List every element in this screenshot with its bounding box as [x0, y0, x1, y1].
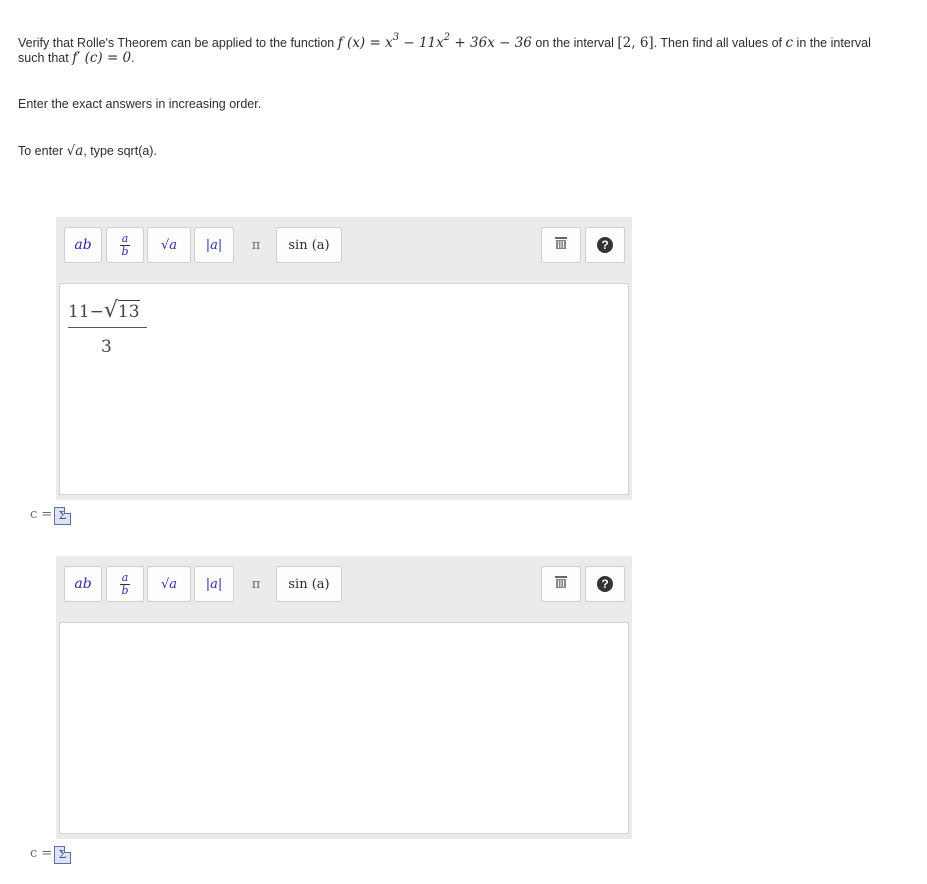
- sqrt-button[interactable]: √a: [147, 566, 191, 602]
- abs-button[interactable]: |a|: [194, 227, 234, 263]
- interval-value: [2, 6]: [617, 35, 654, 51]
- help-button[interactable]: ?: [585, 227, 625, 263]
- power-button[interactable]: ab: [64, 566, 102, 602]
- answer-input-2[interactable]: [59, 622, 629, 834]
- sin-button[interactable]: sin (a): [276, 227, 342, 263]
- math-toolbar: ab a b √a |a| π sin (a) ?: [56, 217, 632, 283]
- abs-button[interactable]: |a|: [194, 566, 234, 602]
- sqrt-instruction-prefix: To enter: [18, 144, 64, 158]
- pi-button[interactable]: π: [238, 227, 274, 263]
- answer-editor-2: ab a b √a |a| π sin (a) ?: [56, 556, 632, 839]
- power-button[interactable]: ab: [64, 227, 102, 263]
- equation-editor-icon[interactable]: Σ: [54, 507, 71, 525]
- fraction-denominator: 3: [101, 337, 112, 357]
- period: .: [131, 51, 135, 65]
- fraction-button[interactable]: a b: [106, 566, 144, 602]
- trash-icon: [554, 575, 568, 593]
- clear-button[interactable]: [541, 227, 581, 263]
- function-expression: f (x) = x3 − 11x2 + 36x − 36: [337, 32, 532, 51]
- sin-button[interactable]: sin (a): [276, 566, 342, 602]
- question-text-3: in the interval: [796, 36, 871, 50]
- trash-icon: [554, 236, 568, 254]
- question-line-2: such that f′ (c) = 0.: [18, 48, 135, 69]
- sqrt-example: √a: [66, 143, 84, 159]
- answer-label-2: c =: [30, 846, 53, 861]
- question-line-1: Verify that Rolle's Theorem can be appli…: [18, 27, 871, 54]
- answer-input-1[interactable]: 11−√13 3: [59, 283, 629, 495]
- help-icon: ?: [597, 237, 613, 253]
- pi-button[interactable]: π: [238, 566, 274, 602]
- variable-c: c: [785, 35, 794, 51]
- sqrt-instruction-suffix: , type sqrt(a).: [83, 144, 157, 158]
- interval-text: on the interval: [535, 36, 614, 50]
- clear-button[interactable]: [541, 566, 581, 602]
- fraction-bar: [68, 327, 147, 328]
- answer-editor-1: ab a b √a |a| π sin (a) ? 11−√13 3: [56, 217, 632, 500]
- fraction-button[interactable]: a b: [106, 227, 144, 263]
- question-text-2: . Then find all values of: [653, 36, 783, 50]
- equation-editor-icon[interactable]: Σ: [54, 846, 71, 864]
- math-toolbar: ab a b √a |a| π sin (a) ?: [56, 556, 632, 622]
- help-button[interactable]: ?: [585, 566, 625, 602]
- derivative-condition: f′ (c) = 0: [72, 50, 132, 66]
- answer-label-1: c =: [30, 507, 53, 522]
- order-instruction: Enter the exact answers in increasing or…: [18, 97, 262, 111]
- question-text-4: such that: [18, 51, 69, 65]
- help-icon: ?: [597, 576, 613, 592]
- sqrt-instruction: To enter √a, type sqrt(a).: [18, 141, 157, 162]
- sqrt-button[interactable]: √a: [147, 227, 191, 263]
- fraction-numerator: 11−√13: [68, 298, 140, 323]
